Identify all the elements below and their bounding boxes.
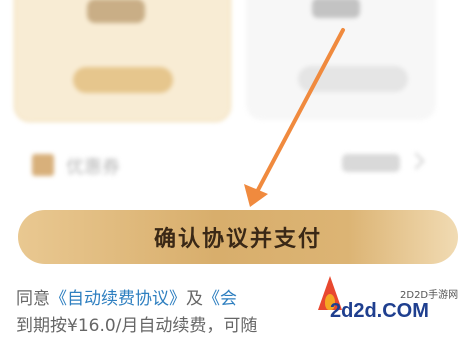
watermark-big: 2d2d.COM — [330, 300, 429, 322]
member-agreement-link[interactable]: 《会 — [203, 289, 237, 309]
auto-renew-agreement-link[interactable]: 《自动续费协议》 — [50, 289, 186, 309]
watermark-small: 2D2D手游网 — [400, 290, 459, 301]
agreement-middle: 及 — [186, 289, 203, 309]
site-watermark: 2D2D手游网 2d2d.COM — [312, 270, 474, 329]
agreement-prefix: 同意 — [16, 289, 50, 309]
